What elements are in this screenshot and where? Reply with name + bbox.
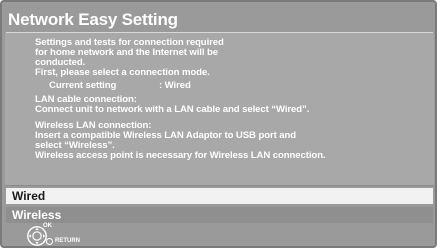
wireless-line-3: Wireless access point is necessary for W… [35, 150, 326, 161]
ok-label: OK [43, 223, 52, 229]
return-label: RETURN [55, 238, 80, 244]
option-wireless[interactable]: Wireless [6, 207, 433, 223]
current-setting-label: Current setting [49, 80, 117, 91]
intro-line-4: First, please select a connection mode. [35, 67, 210, 78]
page-title: Network Easy Setting [8, 10, 178, 29]
return-circle-icon [46, 238, 53, 245]
instructions-panel: Settings and tests for connection requir… [5, 33, 434, 186]
lan-line-1: Connect unit to network with a LAN cable… [35, 104, 310, 115]
current-setting-value: : Wired [159, 80, 191, 91]
footer-guide: OK RETURN [18, 223, 138, 246]
option-wired[interactable]: Wired [6, 188, 433, 204]
remote-dpad-icon [27, 226, 47, 246]
network-easy-setting-screen: Network Easy Setting Settings and tests … [0, 0, 437, 248]
